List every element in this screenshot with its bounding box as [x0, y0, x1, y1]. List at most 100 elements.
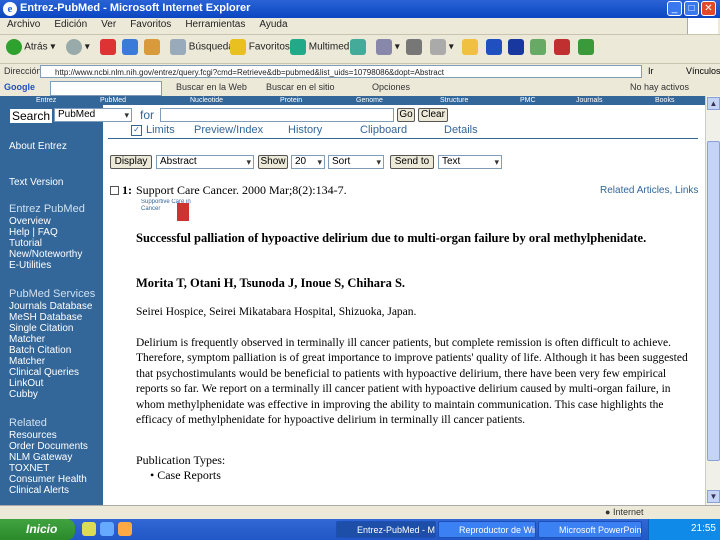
folder-button[interactable] [462, 39, 478, 59]
journal-logo[interactable]: Supportive Care in Cancer [141, 199, 191, 225]
minimize-button[interactable]: _ [667, 1, 682, 16]
search-web-button[interactable]: Buscar en la Web [176, 82, 247, 92]
task-powerpoint[interactable]: Microsoft PowerPoin... [538, 521, 642, 538]
address-input[interactable]: http://www.ncbi.nlm.nih.gov/entrez/query… [40, 65, 642, 78]
sidebar-link-order-documents[interactable]: Order Documents [9, 441, 88, 452]
mail-button[interactable]: ▾ [376, 39, 400, 59]
edit-button[interactable]: ▾ [430, 39, 454, 59]
menu-archivo[interactable]: Archivo [0, 18, 47, 31]
nav-pmc[interactable]: PMC [520, 96, 536, 105]
sidebar-link-tutorial[interactable]: Tutorial [9, 238, 42, 249]
google-search-input[interactable] [50, 81, 162, 96]
tab-clipboard[interactable]: Clipboard [360, 124, 407, 136]
search-input[interactable] [160, 108, 394, 122]
article-checkbox[interactable] [110, 186, 119, 195]
limits-checkbox[interactable]: ✓ [131, 125, 142, 136]
messenger-button[interactable] [578, 39, 594, 59]
display-button[interactable]: Display [110, 155, 152, 169]
favorites-button[interactable]: Favoritos [230, 39, 290, 59]
edit-icon [430, 39, 446, 55]
close-button[interactable]: ✕ [701, 1, 716, 16]
article-citation[interactable]: Support Care Cancer. 2000 Mar;8(2):134-7… [136, 183, 347, 198]
no-active-label: No hay activos [630, 82, 690, 92]
nav-books[interactable]: Books [655, 96, 674, 105]
forward-button[interactable]: ▾ [66, 39, 90, 59]
task-entrez-pubmed[interactable]: Entrez-PubMed - Mi... [336, 521, 436, 538]
tab-details[interactable]: Details [444, 124, 478, 136]
sidebar-link-toxnet[interactable]: TOXNET [9, 463, 49, 474]
sidebar-about-entrez[interactable]: About Entrez [9, 141, 67, 152]
start-button[interactable]: Inicio [0, 519, 75, 540]
red-box-button[interactable] [554, 39, 570, 59]
sort-select[interactable]: Sort [328, 155, 384, 169]
scroll-up-icon[interactable]: ▲ [707, 97, 720, 110]
sidebar-link-single-citation-matcher[interactable]: Matcher [9, 334, 45, 345]
refresh-button[interactable] [122, 39, 138, 59]
sidebar-link-journals-database[interactable]: Journals Database [9, 301, 92, 312]
tab-history[interactable]: History [288, 124, 322, 136]
blue-square-button[interactable] [486, 39, 502, 59]
sidebar-link-mesh-database[interactable]: MeSH Database [9, 312, 82, 323]
show-count-select[interactable]: 20 [291, 155, 325, 169]
sidebar-heading-entrez-pubmed: Entrez PubMed [9, 203, 85, 215]
menu-ver[interactable]: Ver [94, 18, 123, 31]
database-select[interactable]: PubMed [54, 108, 132, 122]
sidebar-link-resources[interactable]: Resources [9, 430, 57, 441]
tab-preview-index[interactable]: Preview/Index [194, 124, 263, 136]
sidebar-link-new-noteworthy[interactable]: New/Noteworthy [9, 249, 82, 260]
back-button[interactable]: Atrás ▾ [6, 39, 55, 59]
menu-edicion[interactable]: Edición [47, 18, 94, 31]
nav-pubmed[interactable]: PubMed [100, 96, 126, 105]
sidebar-link-help-faq[interactable]: Help | FAQ [9, 227, 58, 238]
scroll-down-icon[interactable]: ▼ [707, 490, 720, 503]
quicklaunch-media-icon[interactable] [118, 522, 132, 536]
sidebar-link-consumer-health[interactable]: Consumer Health [9, 474, 87, 485]
scroll-thumb[interactable] [707, 141, 720, 461]
home-button[interactable] [144, 39, 160, 59]
go-button[interactable]: Ir [648, 66, 654, 76]
sidebar-link-linkout[interactable]: LinkOut [9, 378, 43, 389]
send-target-select[interactable]: Text [438, 155, 502, 169]
nav-genome[interactable]: Genome [356, 96, 383, 105]
google-options-button[interactable]: Opciones [372, 82, 410, 92]
send-to-button[interactable]: Send to [390, 155, 434, 169]
go-search-button[interactable]: Go [397, 108, 415, 122]
sidebar-link-nlm-gateway[interactable]: NLM Gateway [9, 452, 72, 463]
task-reproductor[interactable]: Reproductor de Win... [438, 521, 536, 538]
sidebar-link-overview[interactable]: Overview [9, 216, 51, 227]
nav-journals[interactable]: Journals [576, 96, 602, 105]
sidebar-link-e-utilities[interactable]: E-Utilities [9, 260, 51, 271]
stop-button[interactable] [100, 39, 116, 59]
search-site-button[interactable]: Buscar en el sitio [266, 82, 335, 92]
multimedia-button[interactable]: Multimedia [290, 39, 357, 59]
maximize-button[interactable]: □ [684, 1, 699, 16]
nav-entrez[interactable]: Entrez [36, 96, 56, 105]
tab-limits[interactable]: Limits [146, 124, 175, 136]
sidebar-text-version[interactable]: Text Version [9, 177, 63, 188]
search-button[interactable]: Búsqueda [170, 39, 234, 59]
menu-favoritos[interactable]: Favoritos [123, 18, 178, 31]
blue-asterisk-button[interactable] [508, 39, 524, 59]
tools-button[interactable] [530, 39, 546, 59]
show-button[interactable]: Show [258, 155, 288, 169]
menu-herramientas[interactable]: Herramientas [178, 18, 252, 31]
print-button[interactable] [406, 39, 422, 59]
sidebar-link-clinical-alerts[interactable]: Clinical Alerts [9, 485, 69, 496]
related-articles-links[interactable]: Related Articles, Links [600, 185, 698, 196]
nav-nucleotide[interactable]: Nucleotide [190, 96, 223, 105]
quicklaunch-icon[interactable] [82, 522, 96, 536]
links-button[interactable]: Vínculos [686, 66, 720, 76]
nav-structure[interactable]: Structure [440, 96, 468, 105]
sidebar-link-cubby[interactable]: Cubby [9, 389, 38, 400]
menu-ayuda[interactable]: Ayuda [252, 18, 294, 31]
sidebar-link-clinical-queries[interactable]: Clinical Queries [9, 367, 79, 378]
quicklaunch-ie-icon[interactable] [100, 522, 114, 536]
vertical-scrollbar[interactable]: ▲ ▼ [705, 96, 720, 505]
nav-protein[interactable]: Protein [280, 96, 302, 105]
clear-button[interactable]: Clear [418, 108, 448, 122]
history-button[interactable] [350, 39, 366, 59]
sidebar-link-batch-citation[interactable]: Batch Citation [9, 345, 71, 356]
sidebar-link-single-citation[interactable]: Single Citation [9, 323, 73, 334]
format-select[interactable]: Abstract [156, 155, 254, 169]
sidebar-link-batch-citation-matcher[interactable]: Matcher [9, 356, 45, 367]
